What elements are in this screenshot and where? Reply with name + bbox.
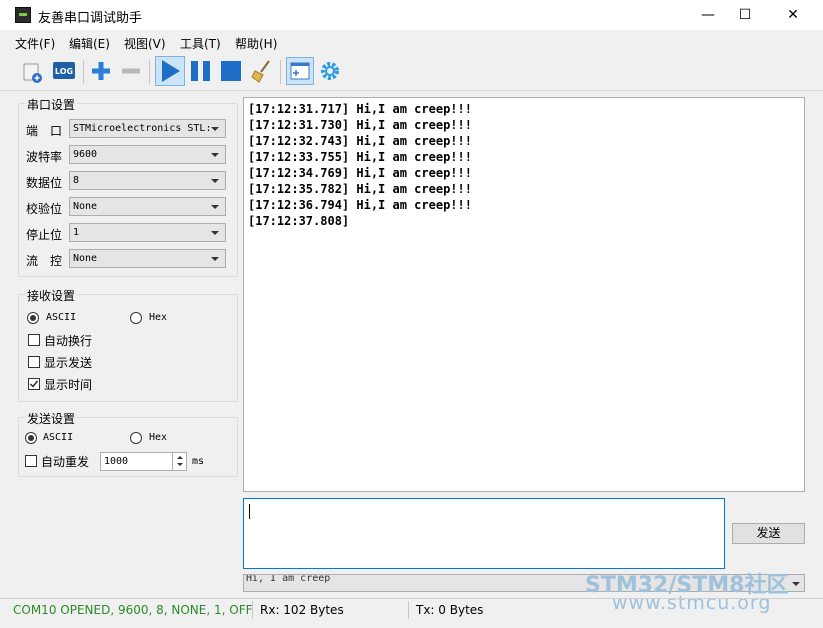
send-textarea[interactable] (243, 498, 725, 569)
parity-label: 校验位 (26, 202, 63, 216)
receive-line: [17:12:32.743] Hi,I am creep!!! (248, 134, 472, 148)
toolbar-separator (149, 60, 150, 84)
auto-resend-checkbox[interactable] (25, 455, 37, 467)
add-icon[interactable] (88, 58, 114, 84)
menu-bar: 文件(F) 编辑(E) 视图(V) 工具(T) 帮助(H) (0, 30, 823, 54)
log-icon[interactable]: LOG (51, 58, 77, 84)
receive-line: [17:12:36.794] Hi,I am creep!!! (248, 198, 472, 212)
title-bar: 友善串口调试助手 — ☐ ✕ (0, 0, 823, 30)
status-port: COM10 OPENED, 9600, 8, NONE, 1, OFF (13, 603, 253, 617)
show-time-label: 显示时间 (44, 378, 93, 392)
maximize-button[interactable]: ☐ (722, 0, 768, 30)
menu-edit[interactable]: 编辑(E) (69, 35, 110, 52)
receive-ascii-radio[interactable] (27, 312, 39, 324)
chevron-down-icon (211, 127, 219, 131)
parity-select[interactable]: None (69, 197, 226, 216)
chevron-down-icon (211, 231, 219, 235)
flow-value: None (73, 253, 98, 264)
chevron-down-icon (211, 257, 219, 261)
auto-newline-label: 自动换行 (44, 334, 93, 348)
status-separator (252, 601, 253, 619)
port-select[interactable]: STMicroelectronics STL: (69, 119, 226, 138)
close-button[interactable]: ✕ (770, 0, 816, 30)
text-caret (249, 504, 250, 519)
menu-view[interactable]: 视图(V) (124, 35, 166, 52)
stopbits-select[interactable]: 1 (69, 223, 226, 242)
checkmark-icon (30, 380, 39, 388)
remove-icon[interactable] (118, 58, 144, 84)
status-separator (408, 601, 409, 619)
menu-file[interactable]: 文件(F) (15, 35, 55, 52)
send-hex-label: Hex (149, 432, 168, 443)
auto-resend-label: 自动重发 (41, 455, 90, 469)
toolbar: LOG (0, 54, 823, 91)
show-send-label: 显示发送 (44, 356, 93, 370)
stop-icon[interactable] (218, 58, 244, 84)
chevron-down-icon (211, 205, 219, 209)
window-layout-icon[interactable] (286, 57, 314, 85)
receive-line: [17:12:31.717] Hi,I am creep!!! (248, 102, 472, 116)
baud-value: 9600 (73, 149, 98, 160)
chevron-down-icon (211, 153, 219, 157)
send-settings-title: 发送设置 (25, 410, 78, 427)
toolbar-separator (280, 60, 281, 84)
flow-select[interactable]: None (69, 249, 226, 268)
clear-broom-icon[interactable] (249, 58, 275, 84)
auto-newline-checkbox[interactable] (28, 334, 40, 346)
receive-hex-radio[interactable] (130, 312, 142, 324)
play-icon[interactable] (155, 56, 185, 86)
stopbits-value: 1 (73, 227, 80, 238)
spin-arrows-icon (177, 456, 183, 466)
receive-line: [17:12:34.769] Hi,I am creep!!! (248, 166, 472, 180)
history-value: Hi, I am creep (246, 574, 331, 584)
receive-ascii-label: ASCII (46, 312, 77, 323)
chevron-down-icon (792, 582, 800, 586)
parity-value: None (73, 201, 98, 212)
serial-settings-title: 串口设置 (25, 96, 78, 113)
port-value: STMicroelectronics STL: (73, 123, 212, 134)
send-ascii-radio[interactable] (25, 432, 37, 444)
receive-line: [17:12:31.730] Hi,I am creep!!! (248, 118, 472, 132)
menu-tools[interactable]: 工具(T) (180, 35, 221, 52)
status-bar: COM10 OPENED, 9600, 8, NONE, 1, OFF Rx: … (0, 598, 823, 621)
status-rx: Rx: 102 Bytes (260, 603, 344, 617)
databits-label: 数据位 (26, 176, 63, 190)
send-ascii-label: ASCII (43, 432, 74, 443)
chevron-down-icon (211, 179, 219, 183)
new-session-icon[interactable] (20, 58, 46, 84)
show-send-checkbox[interactable] (28, 356, 40, 368)
receive-line: [17:12:35.782] Hi,I am creep!!! (248, 182, 472, 196)
databits-value: 8 (73, 175, 80, 186)
status-tx: Tx: 0 Bytes (416, 603, 484, 617)
send-button[interactable]: 发送 (732, 523, 805, 544)
interval-value: 1000 (104, 456, 129, 467)
receive-line: [17:12:33.755] Hi,I am creep!!! (248, 150, 472, 164)
databits-select[interactable]: 8 (69, 171, 226, 190)
app-window: 友善串口调试助手 — ☐ ✕ 文件(F) 编辑(E) 视图(V) 工具(T) 帮… (0, 0, 823, 628)
log-icon-label: LOG (55, 67, 73, 76)
show-time-checkbox[interactable] (28, 378, 40, 390)
flow-label: 流 控 (26, 254, 63, 268)
send-hex-radio[interactable] (130, 432, 142, 444)
interval-spin-buttons[interactable] (172, 452, 187, 471)
interval-unit: ms (192, 456, 205, 467)
baud-label: 波特率 (26, 150, 63, 164)
menu-help[interactable]: 帮助(H) (235, 35, 277, 52)
receive-line: [17:12:37.808] (248, 214, 350, 228)
baud-select[interactable]: 9600 (69, 145, 226, 164)
port-label: 端 口 (26, 124, 63, 138)
pause-icon[interactable] (188, 58, 214, 84)
toolbar-separator (83, 60, 84, 84)
settings-gear-icon[interactable] (317, 58, 343, 84)
app-icon (15, 7, 31, 23)
receive-textarea[interactable]: [17:12:31.717] Hi,I am creep!!! [17:12:3… (243, 97, 805, 492)
receive-settings-title: 接收设置 (25, 287, 78, 304)
receive-hex-label: Hex (149, 312, 168, 323)
stopbits-label: 停止位 (26, 228, 63, 242)
window-title: 友善串口调试助手 (38, 11, 143, 26)
